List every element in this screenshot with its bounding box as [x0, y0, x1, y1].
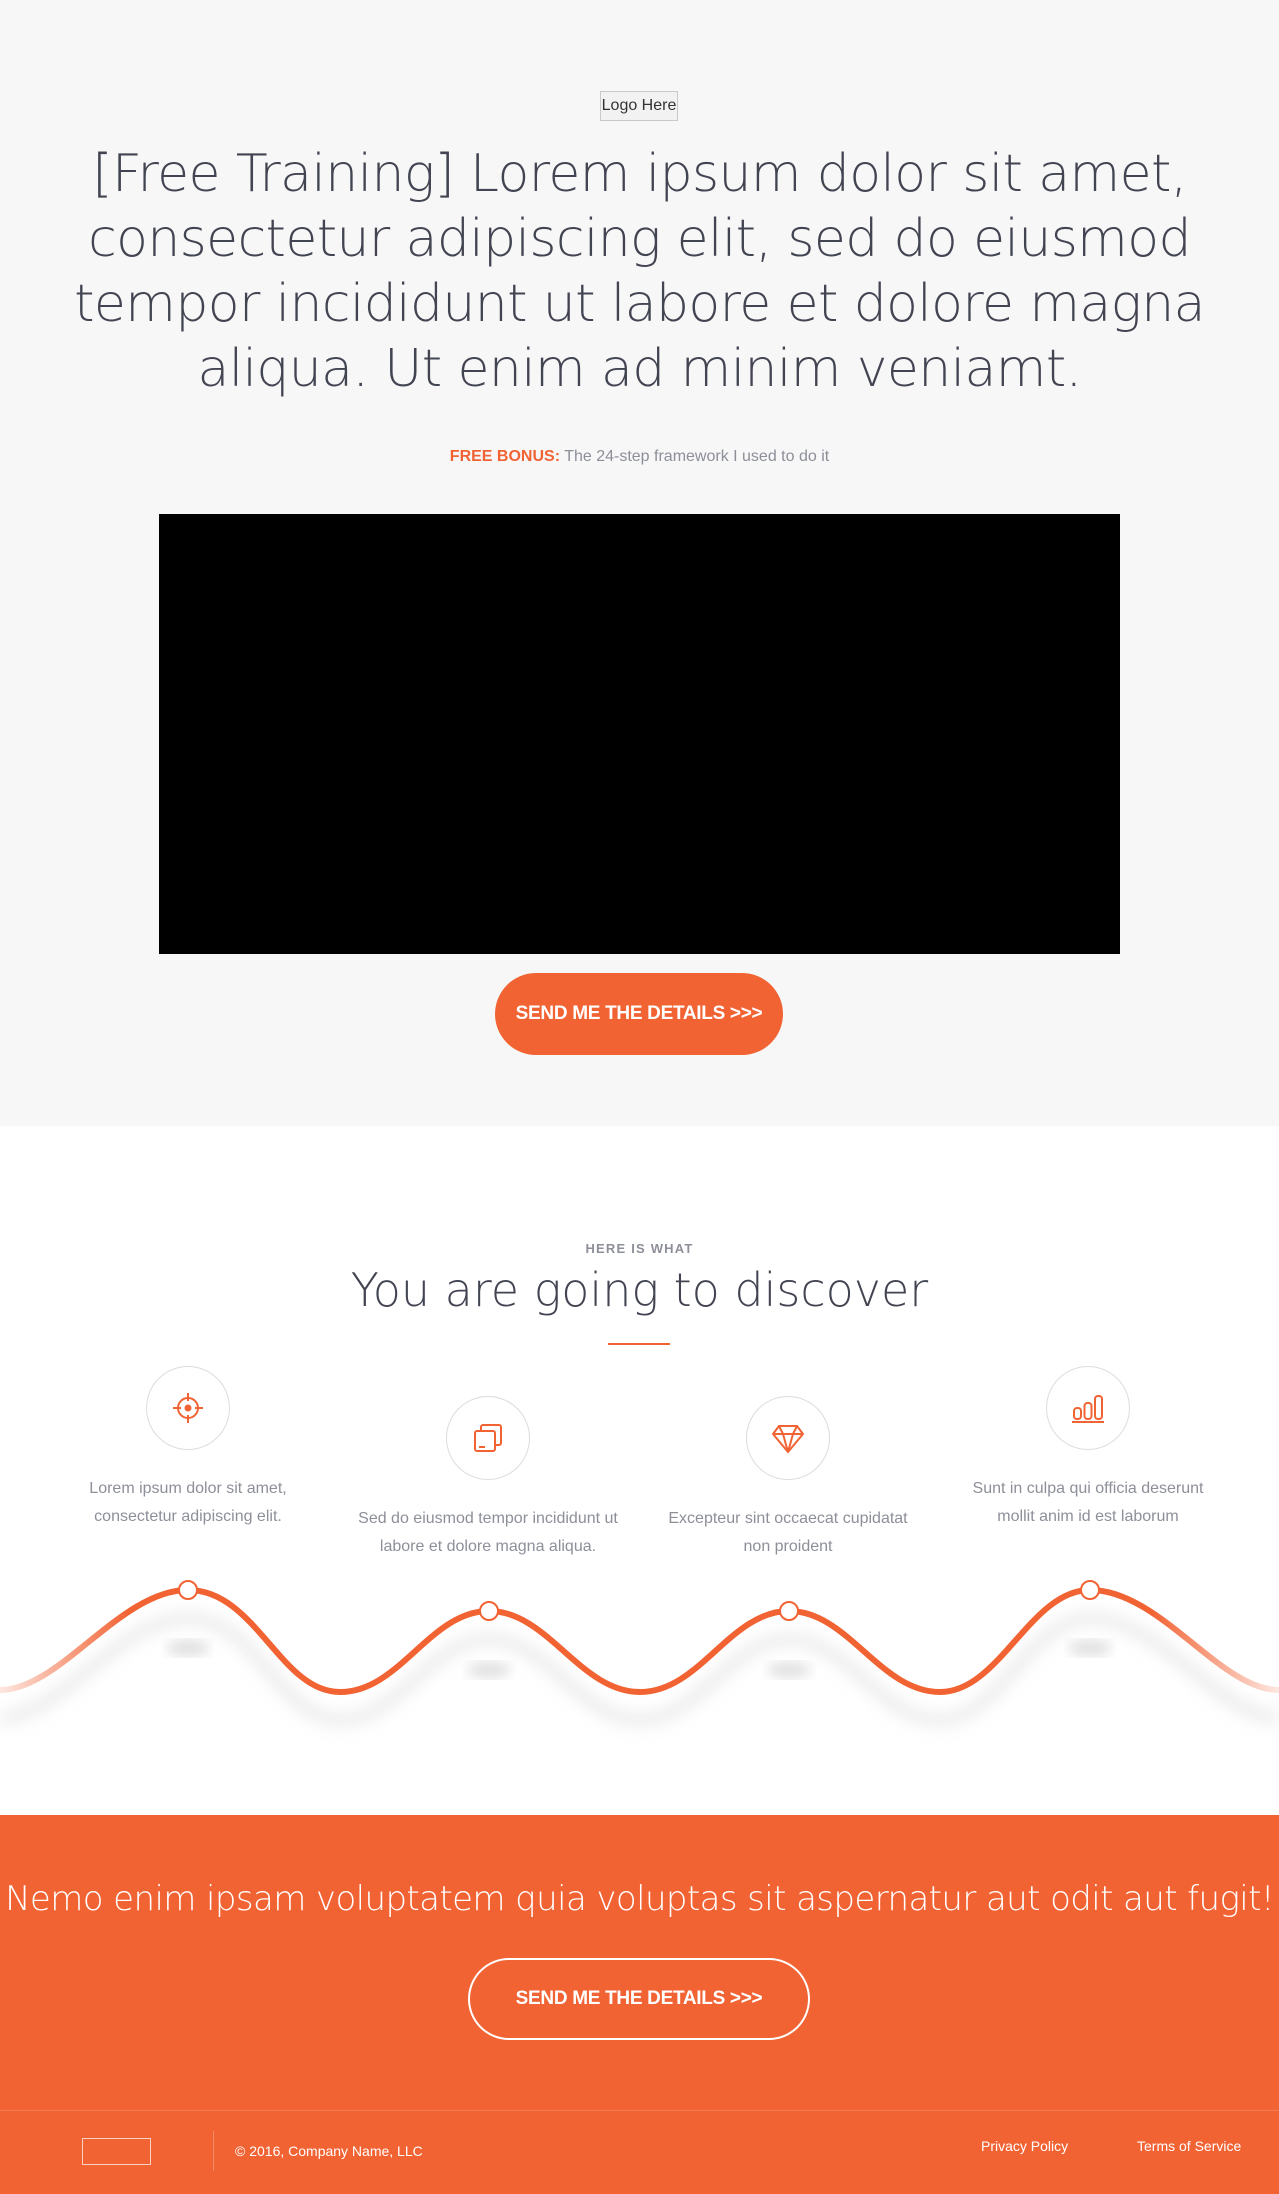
footer-divider: [213, 2131, 214, 2171]
wave-decoration: [0, 1580, 1279, 1726]
privacy-policy-link[interactable]: Privacy Policy: [981, 2138, 1068, 2154]
bar-chart-icon: [1046, 1366, 1130, 1450]
title-divider: [608, 1343, 670, 1345]
bonus-text: The 24-step framework I used to do it: [560, 448, 830, 465]
feature-text: Excepteur sint occaecat cupidatat non pr…: [668, 1510, 908, 1555]
cta-section: Nemo enim ipsam voluptatem quia voluptas…: [0, 1815, 1279, 2110]
terms-of-service-link[interactable]: Terms of Service: [1137, 2138, 1241, 2154]
hero-headline: [Free Training] Lorem ipsum dolor sit am…: [74, 144, 1205, 399]
bonus-line: FREE BONUS: The 24-step framework I used…: [0, 448, 1279, 466]
hero-section: Logo Here [Free Training] Lorem ipsum do…: [0, 0, 1279, 1126]
section-title: You are going to discover: [350, 1263, 929, 1317]
diamond-icon: [746, 1396, 830, 1480]
section-eyebrow: HERE IS WHAT: [585, 1241, 694, 1256]
send-details-button[interactable]: SEND ME THE DETAILS >>>: [495, 973, 783, 1055]
bonus-label: FREE BONUS:: [449, 448, 561, 465]
send-details-outline-button[interactable]: SEND ME THE DETAILS >>>: [468, 1958, 810, 2040]
feature-text: Sed do eiusmod tempor incididunt ut labo…: [358, 1510, 618, 1555]
video-player[interactable]: [159, 514, 1120, 954]
feature-text: Sunt in culpa qui officia deserunt molli…: [972, 1480, 1204, 1525]
feature-text: Lorem ipsum dolor sit amet, consectetur …: [89, 1480, 287, 1525]
cta-heading: Nemo enim ipsam voluptatem quia voluptas…: [5, 1879, 1274, 1919]
crosshair-icon: [146, 1366, 230, 1450]
logo-placeholder[interactable]: Logo Here: [600, 91, 678, 121]
footer-logo[interactable]: [82, 2138, 151, 2165]
copyright-text: © 2016, Company Name, LLC: [235, 2143, 423, 2159]
layers-icon: [446, 1396, 530, 1480]
footer: © 2016, Company Name, LLC Privacy Policy…: [0, 2110, 1279, 2194]
